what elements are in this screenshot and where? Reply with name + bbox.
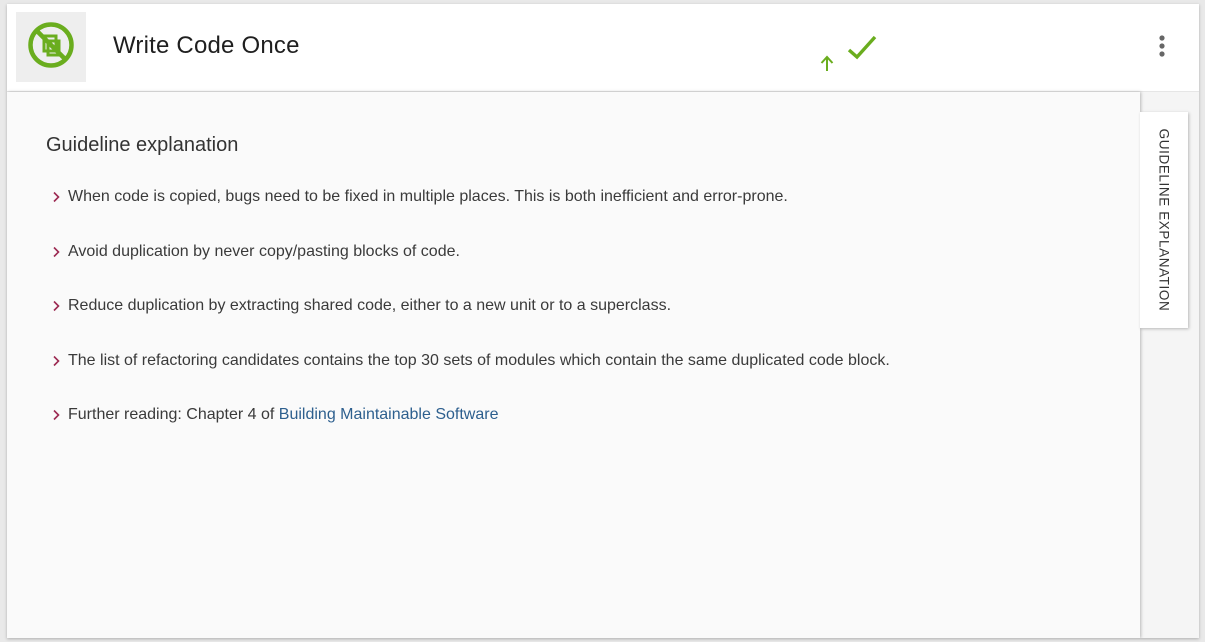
guideline-logo (16, 12, 86, 82)
guideline-explanation-panel: Guideline explanation When code is copie… (7, 92, 1140, 638)
list-item: The list of refactoring candidates conta… (51, 351, 890, 371)
guideline-card: Write Code Once Guideline explanation Wh… (7, 4, 1199, 638)
explanation-list: When code is copied, bugs need to be fix… (51, 187, 890, 460)
chevron-right-icon (51, 296, 65, 316)
list-item-further-reading: Further reading: Chapter 4 of Building M… (51, 405, 890, 425)
more-vert-icon (1158, 33, 1166, 64)
tab-label: GUIDELINE EXPLANATION (1156, 128, 1172, 312)
list-item: When code is copied, bugs need to be fix… (51, 187, 890, 207)
arrow-up-icon (819, 53, 835, 78)
list-item-text: When code is copied, bugs need to be fix… (68, 188, 788, 205)
further-reading-prefix: Further reading: Chapter 4 of (68, 406, 279, 423)
tab-guideline-explanation[interactable]: GUIDELINE EXPLANATION (1140, 112, 1188, 328)
list-item-text: Avoid duplication by never copy/pasting … (68, 242, 460, 260)
more-options-button[interactable] (1147, 32, 1177, 64)
chevron-right-icon (51, 351, 65, 371)
list-item-text: The list of refactoring candidates conta… (68, 351, 890, 369)
checkmark-icon (837, 33, 877, 66)
book-link[interactable]: Building Maintainable Software (279, 406, 499, 423)
chevron-right-icon (51, 242, 65, 262)
further-reading-text: Further reading: Chapter 4 of Building M… (68, 406, 498, 424)
no-duplication-icon (26, 20, 76, 75)
chevron-right-icon (51, 187, 65, 207)
page-title: Write Code Once (113, 32, 300, 59)
panel-heading: Guideline explanation (46, 134, 239, 156)
list-item: Avoid duplication by never copy/pasting … (51, 242, 890, 262)
chevron-right-icon (51, 405, 65, 425)
card-header: Write Code Once (7, 4, 1199, 92)
status-indicator (819, 33, 879, 79)
list-item: Reduce duplication by extracting shared … (51, 296, 890, 316)
list-item-text: Reduce duplication by extracting shared … (68, 297, 672, 314)
content-area: Guideline explanation When code is copie… (7, 92, 1199, 638)
